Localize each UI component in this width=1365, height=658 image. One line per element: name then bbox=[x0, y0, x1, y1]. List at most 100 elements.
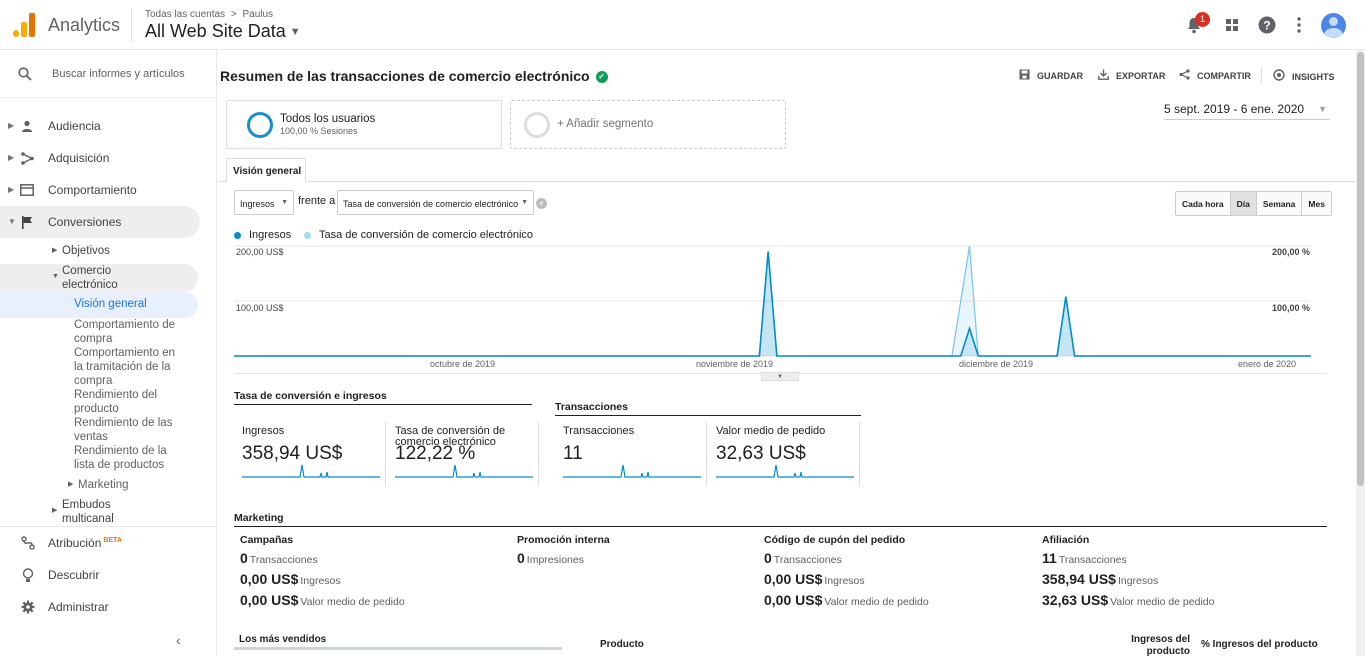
tab-vision-general[interactable]: Visión general bbox=[226, 158, 306, 182]
add-segment-button[interactable]: + Añadir segmento bbox=[510, 100, 786, 149]
date-range-picker[interactable]: 5 sept. 2019 - 6 ene. 2020 ▼ bbox=[1164, 102, 1330, 120]
granularity-hourly[interactable]: Cada hora bbox=[1176, 192, 1231, 215]
x-tick: diciembre de 2019 bbox=[959, 359, 1034, 369]
sidebar-item-marketing[interactable]: Marketing bbox=[78, 478, 183, 492]
segment-ring-icon bbox=[247, 112, 273, 138]
chevron-down-icon: ▼ bbox=[281, 199, 288, 206]
sidebar-item-comercio[interactable]: Comercio electrónico bbox=[62, 264, 142, 292]
more-vert-icon[interactable] bbox=[1288, 14, 1310, 36]
breadcrumb[interactable]: Todas las cuentas > Paulus bbox=[145, 9, 273, 20]
column-header-product-revenue[interactable]: Ingresos del producto bbox=[1124, 634, 1190, 658]
column-header-product[interactable]: Producto bbox=[600, 639, 644, 650]
metric1-dropdown[interactable]: Ingresos ▼ bbox=[234, 190, 294, 215]
marketing-campaigns[interactable]: Campañas 0 Transacciones 0,00 US$ Ingresos… bbox=[240, 534, 405, 613]
best-sellers-selector[interactable] bbox=[234, 647, 562, 650]
sidebar-item-descubrir[interactable]: Descubrir bbox=[0, 559, 217, 591]
legend-dot bbox=[234, 231, 241, 239]
kpi-tile-conversion-rate[interactable]: Tasa de conversión de comercio electróni… bbox=[387, 422, 539, 486]
segment-sub: 100,00 % Sesiones bbox=[280, 126, 358, 136]
kpi-value: 11 bbox=[563, 443, 583, 464]
chevron-down-icon: ▼ bbox=[521, 199, 528, 206]
chevron-down-icon: ▼ bbox=[289, 26, 301, 39]
sidebar-item-rendimiento-lista[interactable]: Rendimiento de la lista de productos bbox=[74, 444, 179, 472]
sidebar-item-vision-general[interactable]: Visión general bbox=[74, 297, 179, 311]
save-button[interactable]: GUARDAR bbox=[1019, 69, 1083, 83]
sidebar-item-label: Administrar bbox=[48, 600, 109, 614]
metric1-label: Ingresos bbox=[240, 199, 275, 209]
sidebar-item-atribucion[interactable]: Atribución BETA bbox=[0, 527, 217, 559]
sparkline-path bbox=[242, 464, 380, 478]
sidebar-item-conversiones[interactable]: ▼ Conversiones bbox=[0, 206, 200, 238]
share-icon bbox=[1179, 69, 1190, 83]
sidebar-item-comportamiento[interactable]: ▶ Comportamiento bbox=[0, 174, 200, 206]
marketing-col-head: Campañas bbox=[240, 534, 294, 546]
marketing-coupon[interactable]: Código de cupón del pedido 0 Transaccione… bbox=[764, 534, 929, 613]
sidebar-item-objetivos[interactable]: Objetivos bbox=[62, 244, 110, 258]
sidebar-item-rendimiento-producto[interactable]: Rendimiento del producto bbox=[74, 388, 179, 416]
legend-item-series2[interactable]: Tasa de conversión de comercio electróni… bbox=[304, 229, 533, 241]
view-selector[interactable]: All Web Site Data ▼ bbox=[145, 21, 301, 42]
kpi-value: 358,94 US$ bbox=[242, 443, 343, 464]
sparkline bbox=[563, 464, 701, 478]
search-icon bbox=[18, 67, 32, 81]
chevron-down-icon: ▼ bbox=[1318, 104, 1327, 114]
sidebar-item-audiencia[interactable]: ▶ Audiencia bbox=[0, 110, 200, 142]
search-input[interactable]: Buscar informes y artículos bbox=[52, 68, 185, 80]
app-name[interactable]: Analytics bbox=[48, 15, 120, 36]
analytics-logo-icon[interactable] bbox=[12, 13, 36, 37]
expand-chart-icon[interactable]: ▼ bbox=[761, 372, 799, 381]
chevron-right-icon: ▶ bbox=[68, 481, 74, 488]
granularity-month[interactable]: Mes bbox=[1302, 192, 1331, 215]
breadcrumb-accounts[interactable]: Todas las cuentas bbox=[145, 9, 225, 20]
segment-all-users[interactable]: Todos los usuarios 100,00 % Sesiones bbox=[226, 100, 502, 149]
sparkline bbox=[395, 464, 533, 478]
clear-icon[interactable]: × bbox=[536, 198, 547, 209]
avatar[interactable] bbox=[1321, 13, 1346, 38]
sparkline-path bbox=[716, 464, 854, 478]
main-content: Resumen de las transacciones de comercio… bbox=[218, 50, 1356, 658]
person-icon bbox=[20, 119, 34, 133]
collapse-sidebar-icon[interactable]: ‹ bbox=[176, 632, 181, 648]
metric2-dropdown[interactable]: Tasa de conversión de comercio electróni… bbox=[337, 190, 534, 215]
marketing-internal-promo[interactable]: Promoción interna 0 Impresiones bbox=[517, 534, 610, 571]
granularity-day[interactable]: Día bbox=[1230, 192, 1257, 215]
sidebar-item-comportamiento-compra[interactable]: Comportamiento de compra bbox=[74, 318, 179, 346]
export-button[interactable]: EXPORTAR bbox=[1098, 69, 1165, 83]
insights-icon bbox=[1273, 69, 1285, 84]
attribution-icon bbox=[20, 535, 36, 551]
sidebar-item-comportamiento-tramitacion[interactable]: Comportamiento en la tramitación de la c… bbox=[74, 346, 179, 388]
marketing-affiliation[interactable]: Afiliación 11 Transacciones 358,94 US$ Ing… bbox=[1042, 534, 1214, 613]
search-bar[interactable]: Buscar informes y artículos bbox=[0, 50, 217, 98]
sidebar-item-adquisicion[interactable]: ▶ Adquisición bbox=[0, 142, 200, 174]
sidebar-item-rendimiento-ventas[interactable]: Rendimiento de las ventas bbox=[74, 416, 179, 444]
legend-label: Ingresos bbox=[249, 229, 292, 241]
sidebar-item-embudos[interactable]: Embudos multicanal bbox=[62, 498, 142, 526]
versus-label: frente a bbox=[298, 195, 336, 207]
sidebar: Buscar informes y artículos ▶ Audiencia … bbox=[0, 50, 217, 656]
sidebar-item-label: Descubrir bbox=[48, 568, 100, 582]
kpi-tile-transactions[interactable]: Transacciones 11 bbox=[555, 422, 707, 486]
share-button[interactable]: COMPARTIR bbox=[1179, 69, 1251, 83]
segment-empty-ring-icon bbox=[524, 112, 550, 138]
date-range-label: 5 sept. 2019 - 6 ene. 2020 bbox=[1164, 102, 1305, 116]
sparkline bbox=[716, 464, 854, 478]
chevron-right-icon: ▶ bbox=[8, 185, 15, 194]
granularity-week[interactable]: Semana bbox=[1256, 192, 1303, 215]
breadcrumb-property[interactable]: Paulus bbox=[242, 9, 273, 20]
help-icon[interactable]: ? bbox=[1256, 14, 1278, 36]
scrollbar-thumb[interactable] bbox=[1357, 52, 1364, 486]
scrollbar[interactable] bbox=[1356, 50, 1365, 656]
line-chart[interactable] bbox=[234, 245, 1327, 380]
add-segment-label: + Añadir segmento bbox=[557, 118, 654, 130]
sidebar-item-administrar[interactable]: Administrar bbox=[0, 591, 217, 623]
kpi-tile-avg-order[interactable]: Valor medio de pedido 32,63 US$ bbox=[708, 422, 860, 486]
insights-button[interactable]: INSIGHTS bbox=[1273, 69, 1335, 84]
kpi-value: 122,22 % bbox=[395, 443, 476, 464]
apps-grid-icon[interactable] bbox=[1221, 14, 1243, 36]
legend-item-series1[interactable]: Ingresos bbox=[234, 229, 291, 241]
kpi-tile-revenue[interactable]: Ingresos 358,94 US$ bbox=[234, 422, 386, 486]
column-header-pct-revenue[interactable]: % Ingresos del producto bbox=[1201, 639, 1318, 650]
chevron-right-icon: ▶ bbox=[8, 153, 15, 162]
flag-icon bbox=[20, 215, 34, 229]
chevron-right-icon: ▶ bbox=[52, 507, 58, 514]
